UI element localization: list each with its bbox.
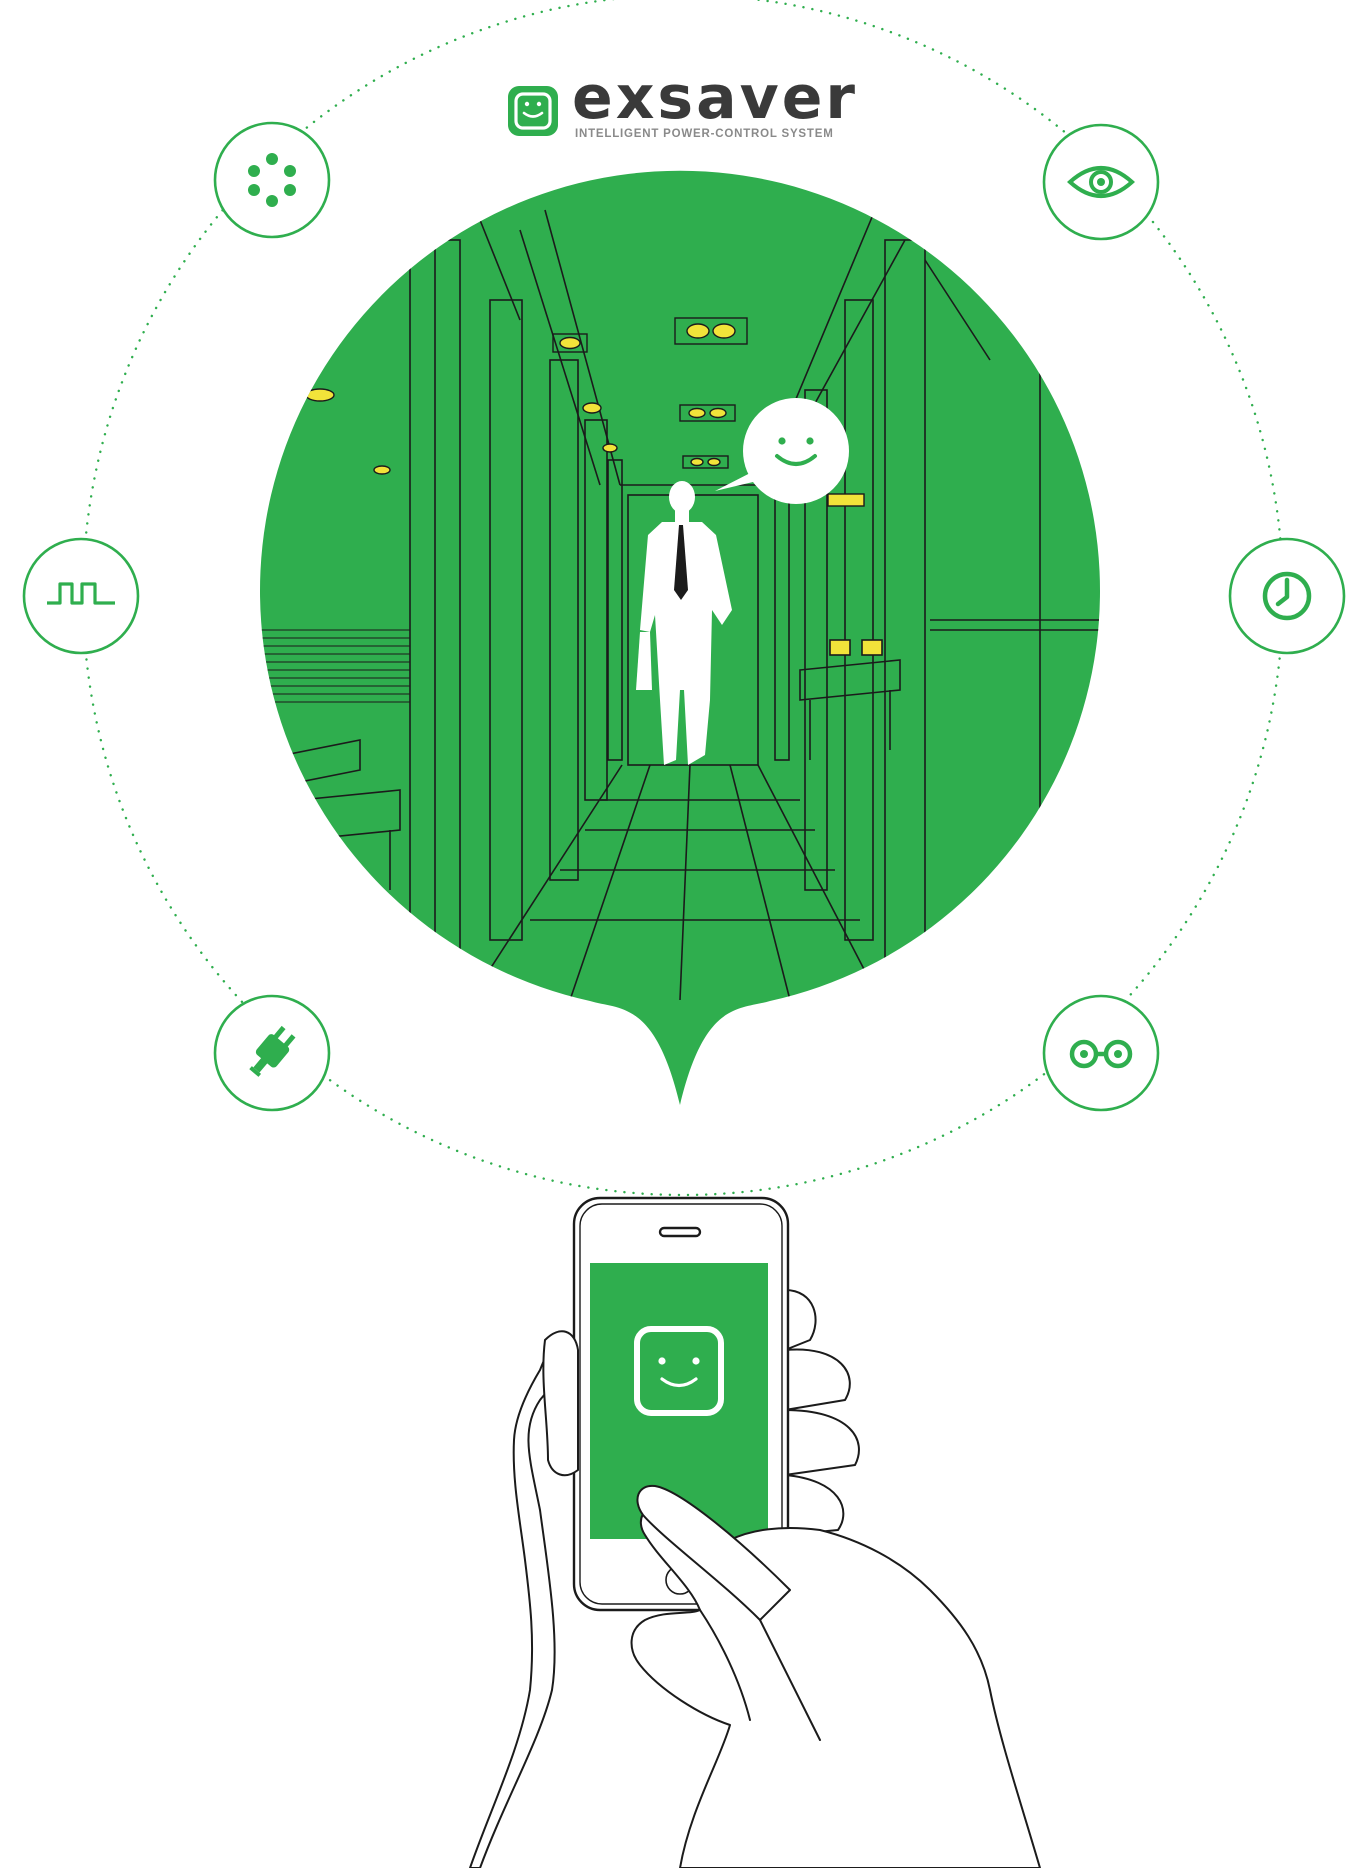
brand-logo-icon bbox=[508, 86, 558, 136]
dots-cluster-icon[interactable] bbox=[213, 121, 331, 239]
brand-name: exsaver bbox=[572, 63, 858, 133]
linked-circles-icon[interactable] bbox=[1042, 994, 1160, 1112]
plug-icon[interactable] bbox=[213, 994, 331, 1112]
right-fingers bbox=[784, 1289, 860, 1536]
eye-icon[interactable] bbox=[1042, 123, 1160, 241]
illustration-canvas: exsaver INTELLIGENT POWER-CONTROL SYSTEM bbox=[22, 0, 1346, 1868]
brand-logo: exsaver INTELLIGENT POWER-CONTROL SYSTEM bbox=[508, 63, 858, 140]
office-scene bbox=[260, 170, 1101, 1105]
left-thumb bbox=[542, 1330, 579, 1477]
brand-tagline: INTELLIGENT POWER-CONTROL SYSTEM bbox=[575, 128, 834, 140]
pulse-wave-icon[interactable] bbox=[22, 537, 140, 655]
clock-icon[interactable] bbox=[1228, 537, 1346, 655]
right-hand bbox=[630, 1508, 1041, 1868]
hands-holding-phone bbox=[469, 1196, 1041, 1868]
